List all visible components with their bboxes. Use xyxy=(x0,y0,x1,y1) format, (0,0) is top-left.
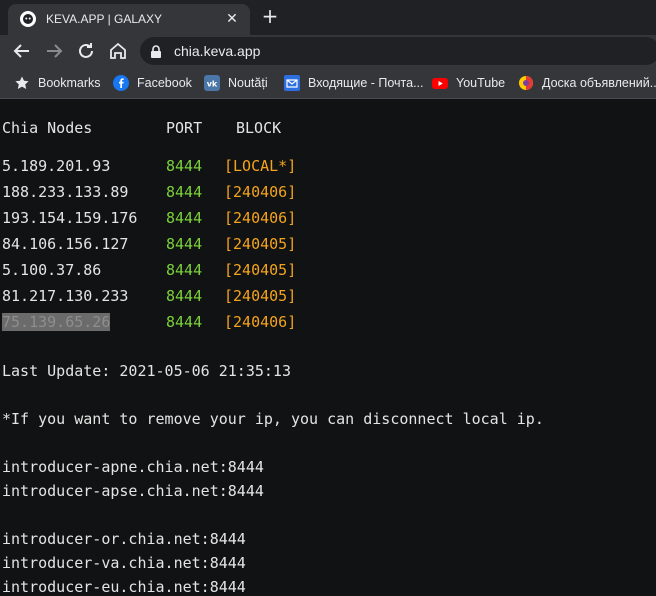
node-port: 8444 xyxy=(166,183,203,201)
bookmark-noutati[interactable]: vk Noutăți xyxy=(204,74,268,92)
node-port: 8444 xyxy=(166,261,203,279)
page-content: Chia Nodes PORT BLOCK 5.189.201.93 8444 … xyxy=(0,99,656,596)
bookmark-board[interactable]: Доска объявлений... xyxy=(518,74,656,92)
address-bar[interactable]: chia.keva.app xyxy=(140,37,656,65)
bookmark-bookmarks[interactable]: Bookmarks xyxy=(14,74,101,92)
reload-icon[interactable] xyxy=(74,39,98,63)
bookmarks-bar: Bookmarks Facebook vk Noutăți Входящие -… xyxy=(0,68,656,99)
browser-toolbar: chia.keva.app xyxy=(0,35,656,68)
bookmark-youtube[interactable]: YouTube xyxy=(432,74,505,92)
node-block: [240405] xyxy=(224,235,297,253)
node-ip: 188.233.133.89 xyxy=(2,183,129,201)
node-ip: 84.106.156.127 xyxy=(2,235,129,253)
node-port: 8444 xyxy=(166,287,203,305)
node-block: [LOCAL*] xyxy=(224,157,297,175)
node-port: 8444 xyxy=(166,313,203,331)
node-ip: 5.100.37.86 xyxy=(2,261,102,279)
remove-ip-note: *If you want to remove your ip, you can … xyxy=(2,410,544,428)
tab-strip: KEVA.APP | GALAXY ✕ + xyxy=(0,0,656,35)
node-ip: 193.154.159.176 xyxy=(2,209,138,227)
node-block: [240406] xyxy=(224,183,297,201)
node-block: [240406] xyxy=(224,209,297,227)
url-text[interactable]: chia.keva.app xyxy=(174,43,260,59)
node-block: [240405] xyxy=(224,261,297,279)
keva-favicon-icon xyxy=(20,11,36,27)
introducer-item: introducer-apne.chia.net:8444 xyxy=(2,458,264,476)
facebook-icon xyxy=(113,75,129,91)
node-block: [240406] xyxy=(224,313,297,331)
svg-text:vk: vk xyxy=(207,80,218,89)
forward-arrow-icon[interactable] xyxy=(42,39,66,63)
introducer-item: introducer-or.chia.net:8444 xyxy=(2,530,246,548)
youtube-icon xyxy=(432,75,448,91)
new-tab-button[interactable]: + xyxy=(260,6,280,26)
board-icon xyxy=(518,75,534,91)
introducer-item: introducer-apse.chia.net:8444 xyxy=(2,482,264,500)
node-block: [240405] xyxy=(224,287,297,305)
star-icon xyxy=(14,75,30,91)
lock-icon[interactable] xyxy=(150,44,162,63)
vk-icon: vk xyxy=(204,75,220,91)
header-block: BLOCK xyxy=(236,119,282,137)
node-ip: 81.217.130.233 xyxy=(2,287,129,305)
last-update: Last Update: 2021-05-06 21:35:13 xyxy=(2,362,291,380)
node-port: 8444 xyxy=(166,235,203,253)
browser-tab[interactable]: KEVA.APP | GALAXY ✕ xyxy=(8,4,250,35)
node-port: 8444 xyxy=(166,209,203,227)
bookmark-mail[interactable]: Входящие - Почта... xyxy=(284,74,424,92)
home-icon[interactable] xyxy=(106,39,130,63)
node-port: 8444 xyxy=(166,157,203,175)
introducer-item: introducer-eu.chia.net:8444 xyxy=(2,578,246,596)
node-ip: 5.189.201.93 xyxy=(2,157,111,175)
mail-icon xyxy=(284,75,300,91)
node-ip-selected[interactable]: 75.139.65.26 xyxy=(2,313,111,331)
introducer-item: introducer-va.chia.net:8444 xyxy=(2,554,246,572)
header-port: PORT xyxy=(166,119,203,137)
bookmark-facebook[interactable]: Facebook xyxy=(113,74,192,92)
tab-close-icon[interactable]: ✕ xyxy=(224,11,240,27)
back-arrow-icon[interactable] xyxy=(10,39,34,63)
header-chia-nodes: Chia Nodes xyxy=(2,119,93,137)
tab-title: KEVA.APP | GALAXY xyxy=(46,12,163,26)
